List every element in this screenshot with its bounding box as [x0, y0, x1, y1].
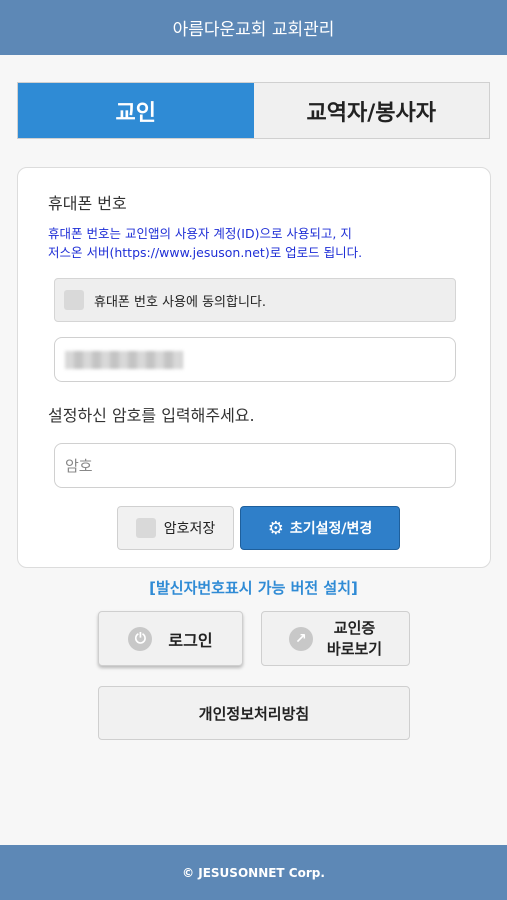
member-card-label: 교인증 바로보기: [327, 618, 382, 660]
role-tabs: 교인 교역자/봉사자: [17, 82, 490, 139]
consent-checkbox[interactable]: [64, 290, 84, 310]
install-caller-id-link[interactable]: [발신자번호표시 가능 버전 설치]: [0, 577, 507, 598]
reset-button-label: 초기설정/변경: [289, 521, 373, 537]
phone-input[interactable]: [54, 337, 456, 382]
phone-label: 휴대폰 번호: [48, 194, 127, 213]
login-label: 로그인: [168, 630, 213, 650]
save-password-checkbox[interactable]: 암호저장: [117, 506, 234, 550]
tab-staff[interactable]: 교역자/봉사자: [253, 83, 489, 138]
gear-icon: ⚙: [267, 517, 284, 539]
privacy-label: 개인정보처리방침: [198, 704, 310, 723]
member-card-button[interactable]: ↗ 교인증 바로보기: [261, 611, 410, 666]
privacy-policy-button[interactable]: 개인정보처리방침: [98, 686, 410, 740]
member-card-label-line1: 교인증: [333, 618, 376, 637]
save-password-label: 암호저장: [163, 521, 216, 537]
phone-notice-line2: 저스온 서버(https://www.jesuson.net)로 업로드 됩니다…: [48, 245, 363, 260]
phone-notice: 휴대폰 번호는 교인앱의 사용자 계정(ID)으로 사용되고, 지 저스온 서버…: [48, 224, 468, 262]
reset-settings-button[interactable]: ⚙ 초기설정/변경: [240, 506, 400, 550]
phone-notice-line1: 휴대폰 번호는 교인앱의 사용자 계정(ID)으로 사용되고, 지: [48, 226, 352, 241]
password-label: 설정하신 암호를 입력해주세요.: [48, 406, 255, 425]
login-button[interactable]: ⏻ 로그인: [98, 611, 243, 666]
app-header: 아름다운교회 교회관리: [0, 0, 507, 55]
power-icon: ⏻: [128, 626, 153, 651]
phone-value-redacted: [65, 350, 183, 369]
consent-checkbox-row[interactable]: 휴대폰 번호 사용에 동의합니다.: [54, 278, 456, 322]
footer: © JESUSONNET Corp.: [0, 845, 507, 900]
copyright-text: © JESUSONNET Corp.: [182, 865, 325, 880]
password-input[interactable]: 암호: [54, 443, 456, 488]
consent-label: 휴대폰 번호 사용에 동의합니다.: [94, 294, 267, 310]
share-icon: ↗: [288, 626, 313, 651]
member-card-label-line2: 바로보기: [326, 639, 383, 658]
password-placeholder: 암호: [65, 457, 93, 475]
app-title: 아름다운교회 교회관리: [172, 20, 335, 40]
save-password-box[interactable]: [135, 518, 156, 538]
tab-member[interactable]: 교인: [18, 83, 254, 138]
login-form-card: 휴대폰 번호 휴대폰 번호는 교인앱의 사용자 계정(ID)으로 사용되고, 지…: [17, 167, 491, 568]
